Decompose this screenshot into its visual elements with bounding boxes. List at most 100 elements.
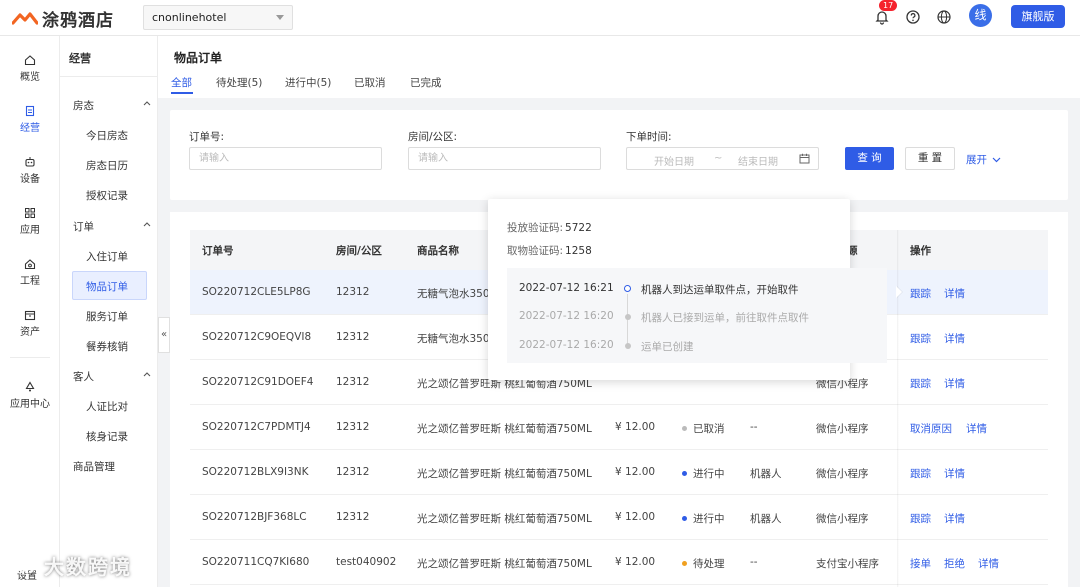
table-row[interactable]: SO220711CQ7KI680 test040902 光之颂亿普罗旺斯 桃红葡萄酒… — [190, 540, 1048, 585]
search-button[interactable]: 查 询 — [845, 147, 894, 170]
collapse-sidebar-button[interactable]: « — [158, 317, 170, 353]
subnav-item-checkin-orders[interactable]: 入住订单 — [86, 249, 128, 264]
subnav-item-goods-orders[interactable]: 物品订单 — [86, 279, 128, 294]
subnav-item-room-calendar[interactable]: 房态日历 — [86, 158, 128, 173]
status-text: 已取消 — [693, 423, 725, 435]
row-action-link[interactable]: 详情 — [944, 376, 965, 391]
cell-product: 无糖气泡水350 — [417, 288, 490, 300]
tab-completed[interactable]: 已完成 — [410, 75, 442, 90]
globe-icon[interactable] — [936, 9, 952, 25]
subnav-item-auth-records[interactable]: 授权记录 — [86, 188, 128, 203]
put-code-row: 投放验证码: 5722 — [507, 220, 592, 235]
tab-pending[interactable]: 待处理(5) — [216, 75, 262, 90]
edition-button[interactable]: 旗舰版 — [1011, 5, 1065, 28]
order-no-input[interactable]: 请输入 — [189, 147, 382, 170]
user-avatar[interactable]: 线 — [969, 4, 992, 27]
cell-executor: 机器人 — [750, 513, 782, 525]
cell-order-no: SO220712C9OEQVI8 — [202, 331, 312, 343]
row-action-link[interactable]: 接单 — [910, 556, 931, 571]
table-row[interactable]: SO220712BJF368LC 12312 光之颂亿普罗旺斯 桃红葡萄酒750ML… — [190, 495, 1048, 540]
row-action-link[interactable]: 跟踪 — [910, 511, 931, 526]
row-action-link[interactable]: 详情 — [944, 331, 965, 346]
rail-item-assets[interactable]: 资产 — [0, 309, 60, 338]
room-label: 房间/公区: — [408, 131, 458, 143]
watermark-text: 大数跨境 — [44, 555, 132, 579]
expand-label: 展开 — [966, 154, 987, 166]
row-action-link[interactable]: 取消原因 — [910, 421, 952, 436]
date-range-picker[interactable]: 开始日期 ~ 结束日期 — [626, 147, 819, 170]
subnav-group-guests[interactable]: 客人 — [73, 369, 151, 384]
row-action-link[interactable]: 跟踪 — [910, 331, 931, 346]
rail-item-devices[interactable]: 设备 — [0, 156, 60, 185]
timeline-dot — [625, 343, 631, 349]
subnav-item-today-room-status[interactable]: 今日房态 — [86, 128, 128, 143]
cell-room: 12312 — [336, 376, 370, 388]
row-action-link[interactable]: 详情 — [978, 556, 999, 571]
row-action-link[interactable]: 跟踪 — [910, 376, 931, 391]
page-header: 物品订单 全部 待处理(5) 进行中(5) 已取消 已完成 — [158, 36, 1080, 98]
rail-item-engineering[interactable]: 工程 — [0, 258, 60, 287]
row-action-link[interactable]: 详情 — [966, 421, 987, 436]
hotel-select-value: cnonlinehotel — [152, 11, 227, 24]
rail-item-label: 概览 — [20, 72, 40, 83]
hotel-select[interactable]: cnonlinehotel — [143, 5, 293, 30]
recycle-icon — [25, 381, 35, 392]
put-code-value: 5722 — [565, 222, 592, 234]
timeline-dot — [624, 285, 631, 292]
expand-filters-link[interactable]: 展开 — [966, 152, 1001, 167]
status-text: 进行中 — [693, 468, 725, 480]
subnav-group-label: 房态 — [73, 100, 94, 112]
subnav-item-meal-vouchers[interactable]: 餐券核销 — [86, 339, 128, 354]
secondary-nav: 经营 房态 今日房态 房态日历 授权记录 订单 入住订单 物品订单 服务订单 餐… — [60, 36, 158, 587]
subnav-item-product-management[interactable]: 商品管理 — [73, 459, 151, 474]
col-product: 商品名称 — [417, 245, 459, 257]
popover-caret — [896, 286, 902, 298]
subnav-item-verify-records[interactable]: 核身记录 — [86, 429, 128, 444]
chevron-down-icon — [992, 157, 1001, 162]
row-action-link[interactable]: 详情 — [944, 511, 965, 526]
tab-in-progress[interactable]: 进行中(5) — [285, 75, 331, 90]
cell-product: 无糖气泡水350 — [417, 333, 490, 345]
cell-price: ¥ 12.00 — [615, 511, 656, 523]
cell-source: 微信小程序 — [816, 423, 869, 435]
tab-cancelled[interactable]: 已取消 — [354, 75, 386, 90]
tab-all[interactable]: 全部 — [171, 75, 192, 90]
rail-item-business[interactable]: 经营 — [0, 105, 60, 134]
subnav-item-id-compare[interactable]: 人证比对 — [86, 399, 128, 414]
subnav-item-service-orders[interactable]: 服务订单 — [86, 309, 128, 324]
cell-room: 12312 — [336, 421, 370, 433]
page-title: 物品订单 — [174, 51, 223, 65]
row-action-link[interactable]: 详情 — [944, 286, 965, 301]
row-action-link[interactable]: 拒绝 — [944, 556, 965, 571]
grid-icon — [25, 208, 35, 218]
rail-item-overview[interactable]: 概览 — [0, 54, 60, 83]
tracking-timeline: 2022-07-12 16:21 机器人到达运单取件点，开始取件 2022-07… — [507, 268, 887, 363]
help-icon[interactable] — [905, 9, 921, 25]
cell-room: 12312 — [336, 511, 370, 523]
rail-divider — [10, 357, 50, 358]
row-action-link[interactable]: 跟踪 — [910, 466, 931, 481]
filter-panel: 订单号: 请输入 房间/公区: 请输入 下单时间: 开始日期 ~ 结束日期 查 … — [170, 110, 1068, 200]
timeline-dot — [625, 314, 631, 320]
reset-button[interactable]: 重 置 — [905, 147, 955, 170]
rail-item-apps[interactable]: 应用 — [0, 207, 60, 236]
cell-product: 光之颂亿普罗旺斯 桃红葡萄酒750ML — [417, 468, 592, 480]
timeline-time: 2022-07-12 16:20 — [519, 339, 614, 351]
table-row[interactable]: SO220712C7PDMTJ4 12312 光之颂亿普罗旺斯 桃红葡萄酒750ML… — [190, 405, 1048, 450]
subnav-group-orders[interactable]: 订单 — [73, 219, 151, 234]
bell-icon[interactable] — [874, 9, 890, 25]
subnav-group-room-status[interactable]: 房态 — [73, 98, 151, 113]
brand-logo[interactable]: 涂鸦酒店 — [12, 6, 114, 31]
row-action-link[interactable]: 跟踪 — [910, 286, 931, 301]
cell-price: ¥ 12.00 — [615, 421, 656, 433]
chevron-down-icon — [276, 15, 284, 20]
cell-executor: 机器人 — [750, 468, 782, 480]
room-input[interactable]: 请输入 — [408, 147, 601, 170]
cell-executor: -- — [750, 556, 758, 568]
table-row[interactable]: SO220712BLX9I3NK 12312 光之颂亿普罗旺斯 桃红葡萄酒750ML… — [190, 450, 1048, 495]
rail-item-app-center[interactable]: 应用中心 — [0, 381, 60, 410]
order-no-label: 订单号: — [189, 131, 225, 143]
row-action-link[interactable]: 详情 — [944, 466, 965, 481]
rail-item-label: 设备 — [20, 174, 40, 185]
timeline-time: 2022-07-12 16:20 — [519, 310, 614, 322]
